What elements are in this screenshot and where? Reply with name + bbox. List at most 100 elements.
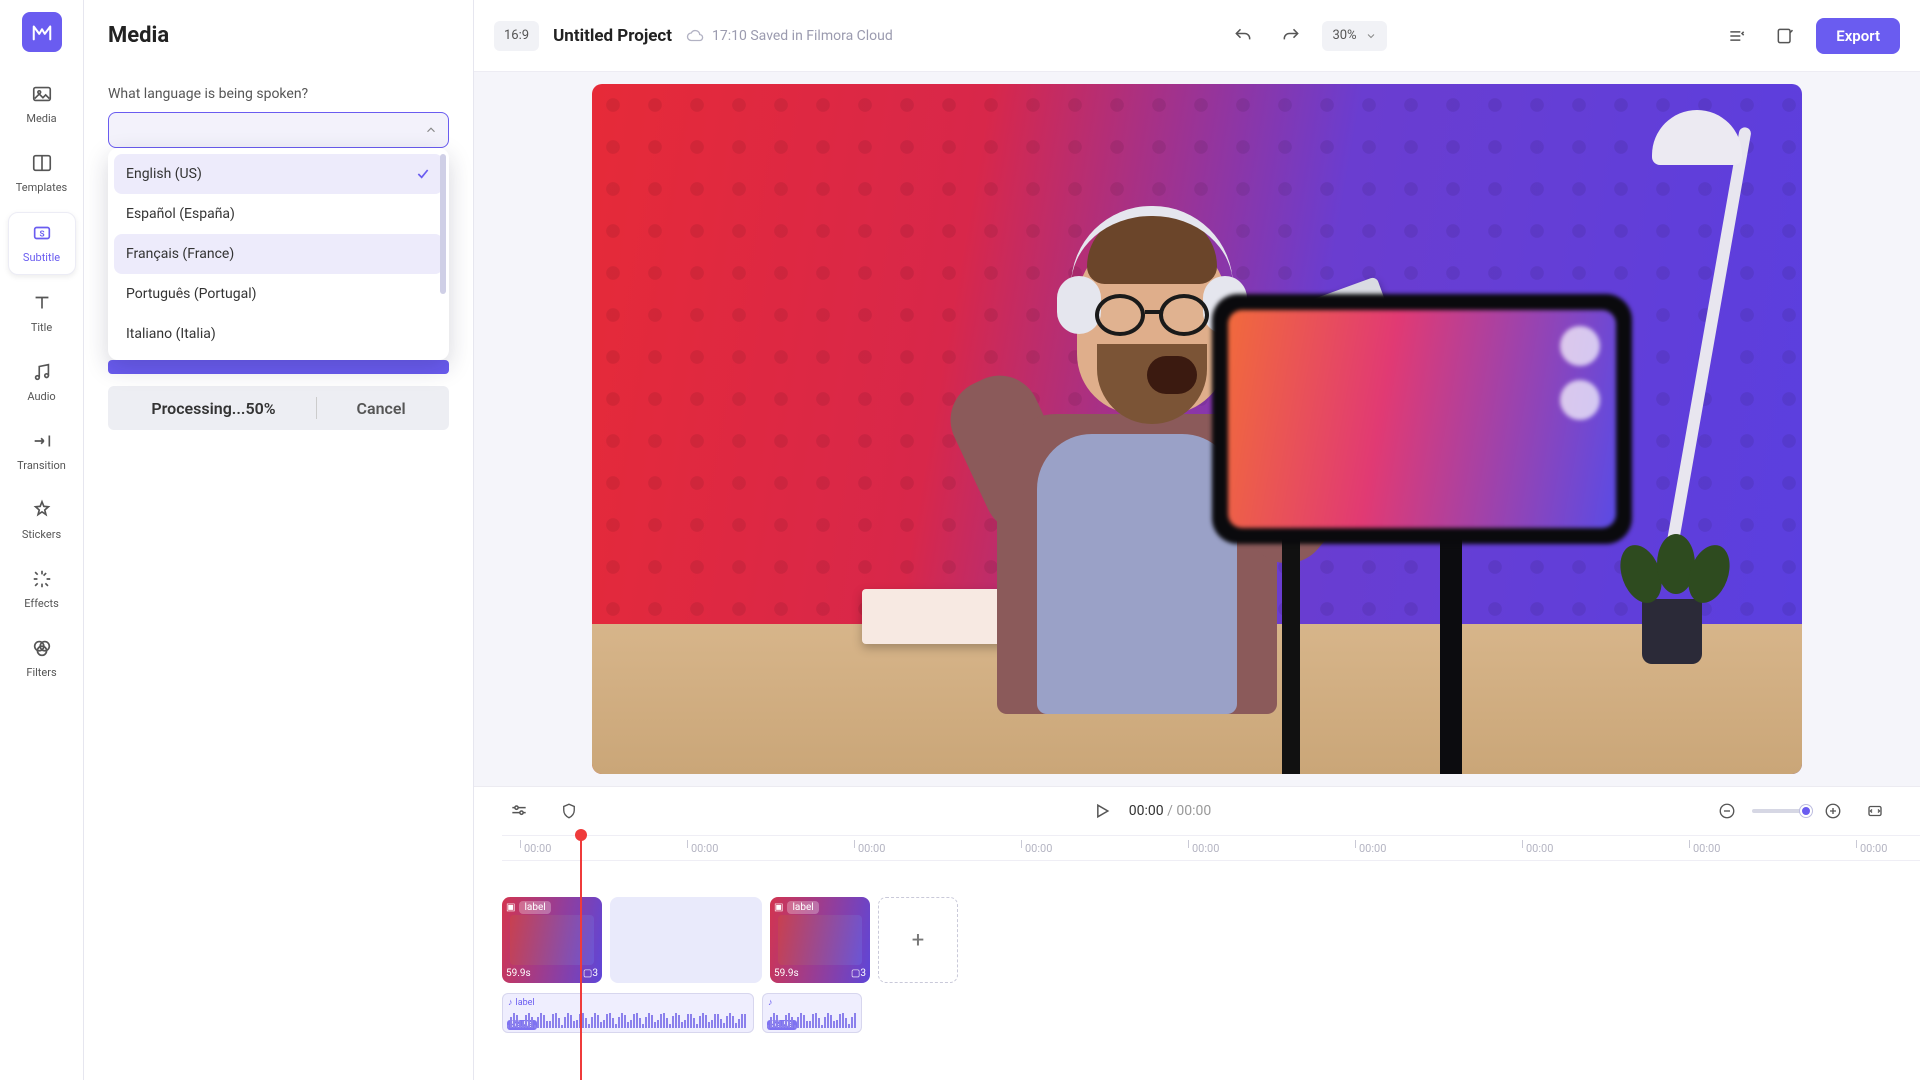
chevron-down-icon	[1365, 30, 1377, 42]
cancel-button[interactable]: Cancel	[357, 399, 406, 418]
sparkle-icon	[30, 567, 54, 591]
empty-clip[interactable]	[610, 897, 762, 983]
ruler-tick: 00:00	[1025, 842, 1052, 855]
rail-item-filters[interactable]: Filters	[8, 628, 76, 689]
language-dropdown: English (US) Español (España) Français (…	[108, 148, 449, 360]
sticker-icon	[30, 498, 54, 522]
clip-duration: 59.9s	[506, 968, 531, 979]
processing-text: Processing...50%	[151, 399, 275, 418]
rail-label: Subtitle	[23, 251, 60, 264]
rail-label: Stickers	[22, 528, 61, 541]
fit-button[interactable]	[1858, 794, 1892, 828]
rail-item-audio[interactable]: Audio	[8, 352, 76, 413]
rail-item-media[interactable]: Media	[8, 74, 76, 135]
playhead[interactable]	[580, 835, 582, 1080]
rail-item-subtitle[interactable]: S Subtitle	[8, 212, 76, 275]
language-option-label: English (US)	[126, 166, 202, 182]
duration-time: 00:00	[1176, 803, 1211, 819]
language-option-label: Português (Portugal)	[126, 286, 256, 302]
timeline-tracks[interactable]: ▣label 59.9s▢3 ▣label 59.9s▢3 + ♪label 5…	[502, 861, 1920, 1080]
app-logo	[22, 12, 62, 52]
topbar: 16:9 Untitled Project 17:10 Saved in Fil…	[474, 0, 1920, 72]
timeline-ruler[interactable]: 00:00 00:00 00:00 00:00 00:00 00:00 00:0…	[502, 835, 1920, 861]
main-area: 16:9 Untitled Project 17:10 Saved in Fil…	[474, 0, 1920, 1080]
subtitle-icon: S	[30, 221, 54, 245]
svg-text:S: S	[39, 230, 44, 240]
undo-button[interactable]	[1226, 19, 1260, 53]
add-clip-button[interactable]: +	[878, 897, 958, 983]
settings-icon[interactable]	[502, 794, 536, 828]
ruler-tick: 00:00	[1359, 842, 1386, 855]
cloud-saved-text: 17:10 Saved in Filmora Cloud	[712, 28, 893, 44]
timecode: 00:00 / 00:00	[1129, 803, 1211, 819]
audio-clip[interactable]: ♪ 59.9s	[762, 993, 862, 1033]
note-button[interactable]	[1768, 19, 1802, 53]
export-label: Export	[1836, 27, 1880, 45]
plus-icon: +	[912, 928, 924, 953]
preview-area	[474, 72, 1920, 786]
clip-label: label	[787, 901, 818, 914]
project-title[interactable]: Untitled Project	[553, 26, 672, 46]
language-option-label: Français (France)	[126, 246, 234, 262]
video-clip[interactable]: ▣ label 59.9s ▢3	[502, 897, 602, 983]
language-question: What language is being spoken?	[108, 86, 449, 102]
cloud-icon	[686, 27, 704, 45]
timeline: 00:00 / 00:00 00:00 00:00 00:00 00:00	[474, 786, 1920, 1080]
language-option-portuguese[interactable]: Português (Portugal)	[114, 274, 443, 314]
ruler-tick: 00:00	[1526, 842, 1553, 855]
language-option-english[interactable]: English (US)	[114, 154, 443, 194]
timeline-toolbar: 00:00 / 00:00	[474, 787, 1920, 835]
zoom-in-button[interactable]	[1816, 794, 1850, 828]
music-icon	[30, 360, 54, 384]
rail-item-templates[interactable]: Templates	[8, 143, 76, 204]
ruler-tick: 00:00	[691, 842, 718, 855]
zoom-slider[interactable]	[1752, 809, 1808, 813]
zoom-out-button[interactable]	[1710, 794, 1744, 828]
clip-label: label	[519, 901, 550, 914]
dropdown-scrollbar[interactable]	[440, 154, 446, 354]
rail-label: Audio	[27, 390, 55, 403]
left-rail: Media Templates S Subtitle Title Audio T…	[0, 0, 84, 1080]
shield-icon[interactable]	[552, 794, 586, 828]
zoom-value: 30%	[1332, 28, 1356, 43]
music-icon: ♪	[508, 997, 513, 1008]
image-icon	[30, 82, 54, 106]
language-option-italian[interactable]: Italiano (Italia)	[114, 314, 443, 354]
filters-icon	[30, 636, 54, 660]
language-select[interactable]	[108, 112, 449, 148]
redo-button[interactable]	[1274, 19, 1308, 53]
rail-label: Templates	[16, 181, 67, 194]
ruler-tick: 00:00	[524, 842, 551, 855]
audio-clip[interactable]: ♪label 59.9s	[502, 993, 754, 1033]
current-time: 00:00	[1129, 803, 1164, 819]
clip-label: label	[516, 998, 535, 1008]
processing-row: Processing...50% Cancel	[108, 386, 449, 430]
play-button[interactable]	[1085, 794, 1119, 828]
clip-count: ▢3	[851, 968, 866, 979]
rail-item-effects[interactable]: Effects	[8, 559, 76, 620]
rail-label: Transition	[17, 459, 66, 472]
language-option-label: Español (España)	[126, 206, 235, 222]
language-option-french[interactable]: Français (France)	[114, 234, 443, 274]
lock-icon: ▣	[506, 902, 515, 913]
cloud-saved: 17:10 Saved in Filmora Cloud	[686, 27, 893, 45]
rail-label: Filters	[26, 666, 56, 679]
language-option-label: Italiano (Italia)	[126, 326, 216, 342]
check-icon	[415, 166, 431, 182]
rail-label: Media	[26, 112, 56, 125]
text-icon	[30, 291, 54, 315]
export-button[interactable]: Export	[1816, 18, 1900, 54]
video-track: ▣label 59.9s▢3 ▣label 59.9s▢3 +	[502, 897, 1920, 983]
clip-count: ▢3	[583, 968, 598, 979]
rail-item-transition[interactable]: Transition	[8, 421, 76, 482]
ruler-tick: 00:00	[858, 842, 885, 855]
video-preview[interactable]	[592, 84, 1802, 774]
zoom-select[interactable]: 30%	[1322, 21, 1386, 51]
video-clip[interactable]: ▣label 59.9s▢3	[770, 897, 870, 983]
rail-item-title[interactable]: Title	[8, 283, 76, 344]
list-button[interactable]	[1720, 19, 1754, 53]
aspect-ratio-chip[interactable]: 16:9	[494, 21, 539, 51]
rail-item-stickers[interactable]: Stickers	[8, 490, 76, 551]
language-option-spanish[interactable]: Español (España)	[114, 194, 443, 234]
rail-label: Title	[31, 321, 52, 334]
